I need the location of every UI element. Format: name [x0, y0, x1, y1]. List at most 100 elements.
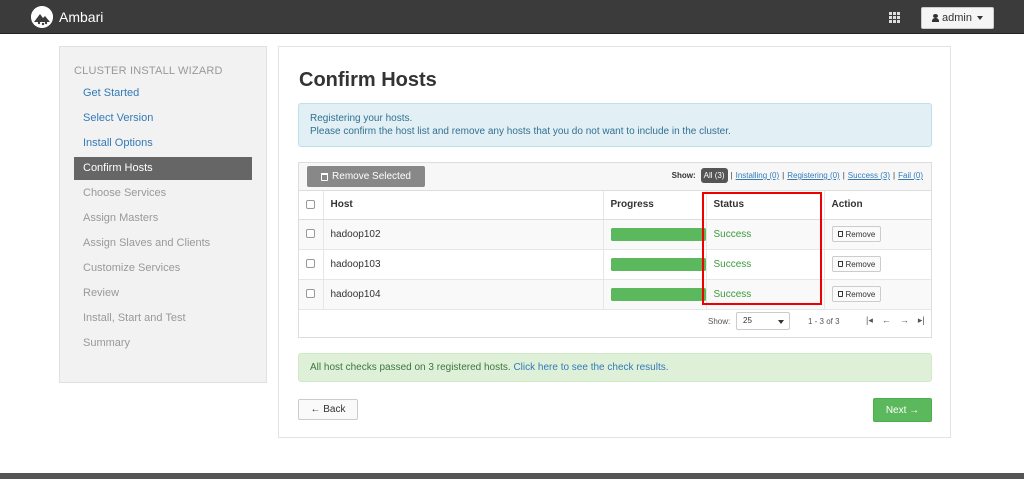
- page-range: 1 - 3 of 3: [808, 317, 840, 326]
- page-size-select[interactable]: 25: [736, 312, 790, 330]
- bottom-bar: [0, 473, 1024, 479]
- step-install-options[interactable]: Install Options: [74, 132, 252, 155]
- step-assign-slaves: Assign Slaves and Clients: [83, 237, 211, 249]
- remove-host-button[interactable]: Remove: [831, 256, 882, 272]
- check-results-link[interactable]: Click here to see the check results.: [513, 362, 668, 373]
- filter-fail[interactable]: Fail (0): [898, 171, 923, 180]
- last-page-icon[interactable]: ▸|: [918, 315, 925, 326]
- step-install-start-test: Install, Start and Test: [83, 312, 186, 324]
- filter-installing[interactable]: Installing (0): [736, 171, 780, 180]
- row-select-cell: [299, 249, 324, 280]
- page-title: Confirm Hosts: [299, 69, 437, 91]
- wizard-title: CLUSTER INSTALL WIZARD: [74, 65, 223, 77]
- row-checkbox[interactable]: [306, 289, 315, 299]
- step-choose-services: Choose Services: [83, 187, 167, 199]
- remove-host-button[interactable]: Remove: [831, 226, 882, 242]
- trash-icon: [837, 291, 843, 297]
- trash-icon: [321, 172, 329, 181]
- progress-bar: [610, 227, 706, 241]
- back-button[interactable]: ← Back: [298, 399, 358, 420]
- remove-label: Remove: [845, 229, 876, 239]
- step-summary: Summary: [83, 337, 131, 349]
- user-icon: [932, 14, 940, 22]
- remove-label: Remove: [845, 259, 876, 269]
- next-button[interactable]: Next →: [873, 398, 932, 422]
- progress-fill: [610, 257, 706, 271]
- filter-all[interactable]: All (3): [700, 168, 728, 183]
- host-name: hadoop102: [323, 219, 604, 250]
- select-all-cell: [299, 191, 324, 220]
- brand-name: Ambari: [59, 9, 104, 25]
- select-all-checkbox[interactable]: [306, 200, 315, 210]
- step-assign-masters: Assign Masters: [83, 212, 159, 224]
- info-line-2: Please confirm the host list and remove …: [310, 126, 731, 137]
- step-select-version[interactable]: Select Version: [74, 107, 252, 130]
- table-row: hadoop104 Success Remove: [299, 279, 931, 310]
- action-cell: Remove: [824, 249, 931, 280]
- first-page-icon[interactable]: |◂: [866, 315, 873, 326]
- grid-icon[interactable]: [889, 12, 901, 23]
- table-toolbar: Remove Selected Show: All (3) | Installi…: [299, 163, 931, 191]
- status-filters: Show: All (3) | Installing (0) | Registe…: [672, 168, 923, 183]
- action-cell: Remove: [824, 279, 931, 310]
- filter-show-label: Show:: [671, 171, 696, 180]
- hosts-table-box: Remove Selected Show: All (3) | Installi…: [298, 162, 932, 338]
- filter-separator: |: [730, 171, 733, 180]
- step-confirm-hosts[interactable]: Confirm Hosts: [74, 157, 252, 180]
- wizard-sidebar: CLUSTER INSTALL WIZARD Get Started Selec…: [59, 46, 267, 383]
- host-name: hadoop104: [323, 279, 604, 310]
- main-panel: Confirm Hosts Registering your hosts. Pl…: [278, 46, 951, 438]
- column-host[interactable]: Host: [323, 191, 604, 220]
- remove-selected-label: Remove Selected: [332, 171, 411, 182]
- step-customize-services: Customize Services: [83, 262, 181, 274]
- progress-fill: [610, 227, 706, 241]
- info-line-1: Registering your hosts.: [310, 113, 413, 124]
- row-select-cell: [299, 219, 324, 250]
- host-checks-alert: All host checks passed on 3 registered h…: [298, 353, 932, 382]
- table-row: hadoop102 Success Remove: [299, 219, 931, 250]
- top-navbar: Ambari admin: [0, 0, 1024, 34]
- row-select-cell: [299, 279, 324, 310]
- chevron-down-icon: [778, 320, 784, 324]
- prev-page-icon[interactable]: ←: [882, 315, 891, 326]
- trash-icon: [837, 261, 843, 267]
- remove-host-button[interactable]: Remove: [831, 286, 882, 302]
- status-highlight-box: [702, 192, 822, 305]
- column-action: Action: [824, 191, 931, 220]
- progress-cell: [603, 279, 707, 310]
- host-name: hadoop103: [323, 249, 604, 280]
- progress-cell: [603, 219, 707, 250]
- trash-icon: [837, 231, 843, 237]
- progress-bar: [610, 257, 706, 271]
- pager: |◂ ← → ▸|: [866, 315, 925, 326]
- step-get-started[interactable]: Get Started: [74, 82, 252, 105]
- step-review: Review: [83, 287, 120, 299]
- filter-separator: |: [893, 171, 896, 180]
- hosts-table: Host Progress Status Action hadoop102 Su…: [299, 191, 931, 310]
- table-footer: Show: 25 1 - 3 of 3 |◂ ← → ▸|: [299, 307, 931, 337]
- user-name: admin: [942, 12, 972, 24]
- row-checkbox[interactable]: [306, 229, 315, 239]
- action-cell: Remove: [824, 219, 931, 250]
- filter-success[interactable]: Success (3): [848, 171, 890, 180]
- ambari-logo-icon: [31, 6, 53, 28]
- next-page-icon[interactable]: →: [900, 315, 909, 326]
- page-size-label: Show:: [708, 317, 731, 326]
- row-checkbox[interactable]: [306, 259, 315, 269]
- table-row: hadoop103 Success Remove: [299, 249, 931, 280]
- brand[interactable]: Ambari: [31, 6, 103, 28]
- check-message: All host checks passed on 3 registered h…: [310, 362, 511, 373]
- page-size-value: 25: [743, 316, 752, 325]
- table-header-row: Host Progress Status Action: [299, 191, 931, 220]
- progress-bar: [610, 287, 706, 301]
- progress-fill: [610, 287, 706, 301]
- filter-separator: |: [782, 171, 785, 180]
- remove-selected-button[interactable]: Remove Selected: [307, 166, 425, 187]
- filter-separator: |: [842, 171, 845, 180]
- info-alert: Registering your hosts. Please confirm t…: [298, 103, 932, 147]
- progress-cell: [603, 249, 707, 280]
- user-menu-button[interactable]: admin: [921, 7, 994, 29]
- column-progress: Progress: [603, 191, 707, 220]
- remove-label: Remove: [845, 289, 876, 299]
- filter-registering[interactable]: Registering (0): [787, 171, 839, 180]
